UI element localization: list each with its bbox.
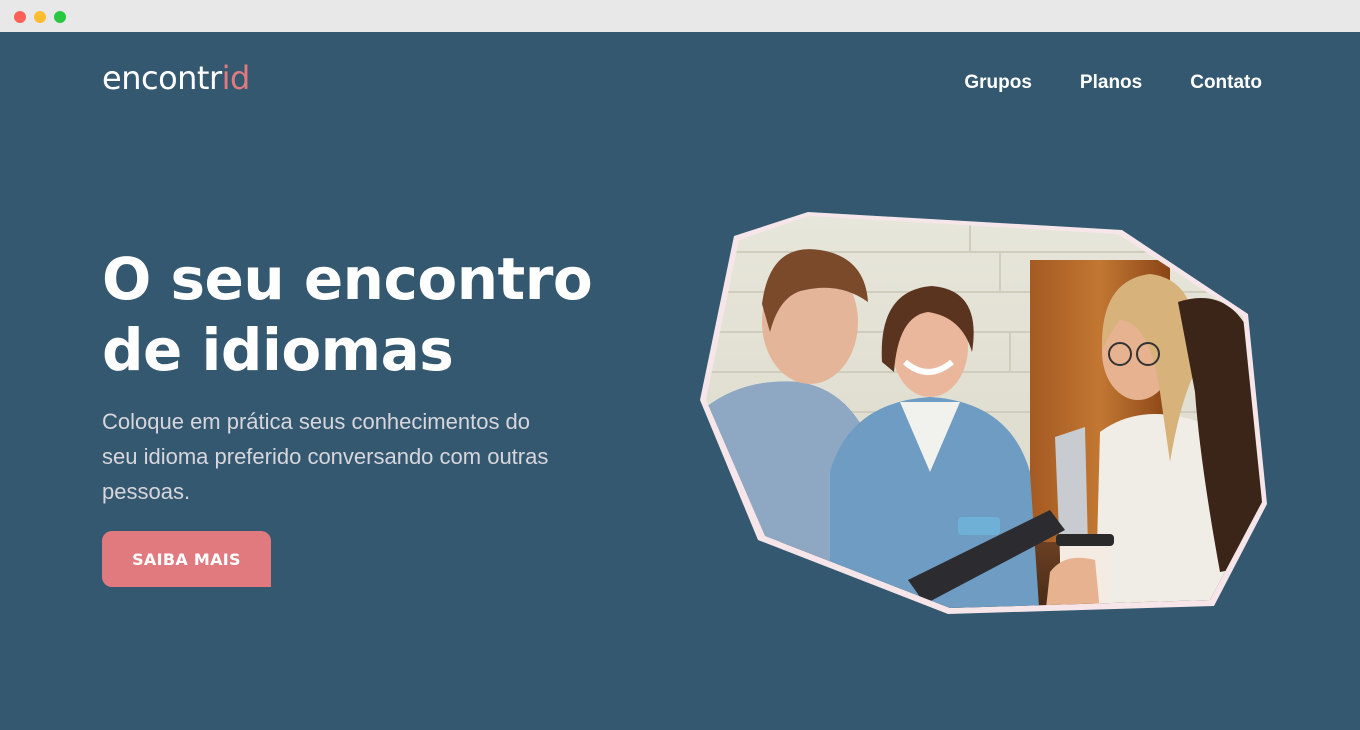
logo[interactable]: encontrid [102, 62, 250, 94]
hero-title: O seu encontro de idiomas [102, 244, 622, 386]
saiba-mais-button[interactable]: SAIBA MAIS [102, 531, 271, 587]
minimize-window-icon[interactable] [34, 11, 46, 23]
logo-accent-text: id [221, 59, 251, 97]
close-window-icon[interactable] [14, 11, 26, 23]
nav-link-planos[interactable]: Planos [1080, 72, 1142, 94]
hero-title-line1: O seu encontro [102, 245, 593, 313]
maximize-window-icon[interactable] [54, 11, 66, 23]
logo-text: encontr [102, 59, 222, 97]
photo-person-right [1095, 274, 1262, 608]
main-nav: Grupos Planos Contato [964, 72, 1262, 94]
browser-window: encontrid Grupos Planos Contato O seu en… [0, 0, 1360, 730]
landing-page: encontrid Grupos Planos Contato O seu en… [0, 32, 1360, 730]
group-photo-icon [700, 212, 1267, 614]
hero-subtitle: Coloque em prática seus conhecimentos do… [102, 409, 549, 504]
nav-link-contato[interactable]: Contato [1190, 72, 1262, 94]
nav-link-grupos[interactable]: Grupos [964, 72, 1032, 94]
window-titlebar [0, 0, 1360, 32]
hero-title-line2: de idiomas [102, 316, 454, 384]
